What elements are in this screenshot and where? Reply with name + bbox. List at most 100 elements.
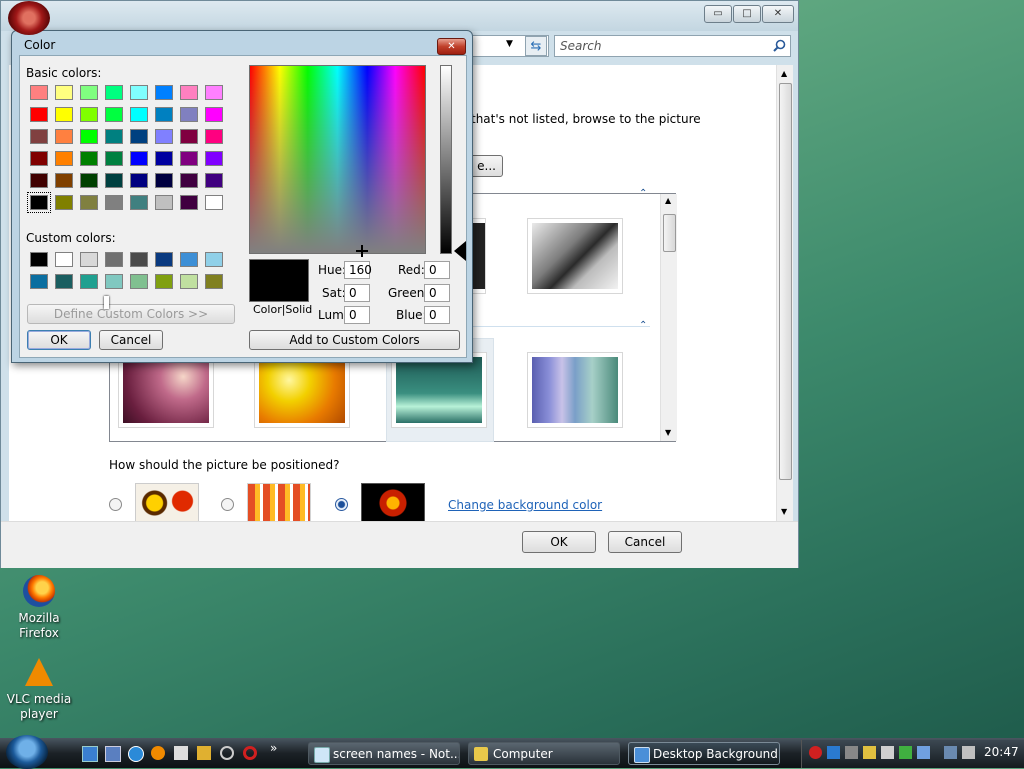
basic-color-swatch[interactable] — [155, 195, 173, 210]
custom-color-swatch[interactable] — [55, 274, 73, 289]
color-spectrum[interactable] — [249, 65, 426, 257]
basic-color-swatch[interactable] — [205, 151, 223, 166]
basic-color-swatch[interactable] — [30, 173, 48, 188]
basic-color-swatch[interactable] — [105, 195, 123, 210]
basic-color-swatch[interactable] — [30, 107, 48, 122]
close-button[interactable]: ✕ — [762, 5, 794, 23]
basic-color-swatch[interactable] — [55, 85, 73, 100]
start-orb-icon[interactable] — [8, 1, 50, 35]
collapse-arrow-icon[interactable]: ⌃ — [639, 188, 647, 199]
position-center-radio[interactable] — [335, 498, 348, 511]
scroll-up-icon-2[interactable]: ▲ — [781, 69, 787, 78]
refresh-icon[interactable]: ⇆ — [525, 36, 547, 56]
security-alert-icon[interactable] — [809, 746, 822, 759]
basic-color-swatch[interactable] — [80, 173, 98, 188]
custom-color-swatch[interactable] — [180, 274, 198, 289]
taskbar-item-computer[interactable]: Computer — [468, 742, 620, 765]
search-icon[interactable] — [773, 39, 786, 52]
tray-icon-2[interactable] — [845, 746, 858, 759]
custom-color-swatch[interactable] — [80, 252, 98, 267]
basic-color-swatch[interactable] — [130, 85, 148, 100]
luminance-slider-arrow[interactable] — [454, 241, 466, 261]
custom-color-swatch[interactable] — [80, 274, 98, 289]
basic-color-swatch[interactable] — [80, 195, 98, 210]
crosshair-icon[interactable] — [356, 245, 368, 257]
network-icon[interactable] — [944, 746, 957, 759]
chevron-down-icon[interactable]: ▼ — [506, 39, 513, 49]
wallpaper-thumb-bw-tree[interactable] — [527, 218, 623, 294]
custom-color-swatch[interactable] — [130, 252, 148, 267]
position-fill-thumb[interactable] — [135, 483, 199, 523]
basic-color-swatch[interactable] — [130, 195, 148, 210]
basic-color-swatch[interactable] — [105, 107, 123, 122]
calculator-icon[interactable] — [174, 746, 188, 760]
basic-color-swatch[interactable] — [105, 151, 123, 166]
taskbar-item-notepad[interactable]: screen names - Not... — [308, 742, 460, 765]
dialog-ok-button[interactable]: OK — [27, 330, 91, 350]
custom-color-swatch[interactable] — [105, 252, 123, 267]
maximize-button[interactable]: □ — [733, 5, 761, 23]
desktop-icon-firefox[interactable]: Mozilla Firefox — [4, 575, 74, 641]
dialog-close-button[interactable]: ✕ — [437, 38, 466, 55]
basic-color-swatch[interactable] — [205, 173, 223, 188]
basic-color-swatch[interactable] — [180, 85, 198, 100]
basic-color-swatch[interactable] — [180, 151, 198, 166]
volume-icon[interactable] — [962, 746, 975, 759]
tray-icon-1[interactable] — [827, 746, 840, 759]
custom-color-swatch[interactable] — [205, 252, 223, 267]
basic-color-swatch[interactable] — [155, 85, 173, 100]
basic-color-swatch[interactable] — [205, 107, 223, 122]
taskbar-item-desktop-background[interactable]: Desktop Background — [628, 742, 780, 765]
position-tile-radio[interactable] — [221, 498, 234, 511]
basic-color-swatch[interactable] — [130, 151, 148, 166]
basic-color-swatch[interactable] — [155, 151, 173, 166]
tray-icon-5[interactable] — [899, 746, 912, 759]
position-center-thumb[interactable] — [361, 483, 425, 523]
list-scrollbar[interactable]: ▲ ▼ — [660, 194, 677, 441]
sat-field[interactable]: 0 — [344, 284, 370, 302]
basic-color-swatch[interactable] — [130, 173, 148, 188]
custom-color-swatch[interactable] — [180, 252, 198, 267]
basic-color-swatch[interactable] — [180, 173, 198, 188]
wallpaper-thumb-purple[interactable] — [118, 352, 214, 428]
show-desktop-icon[interactable] — [82, 746, 98, 762]
luminance-bar[interactable] — [440, 65, 452, 254]
ok-button[interactable]: OK — [522, 531, 596, 553]
wallpaper-thumb-yellow[interactable] — [254, 352, 350, 428]
custom-color-swatch[interactable] — [205, 274, 223, 289]
basic-color-swatch[interactable] — [55, 107, 73, 122]
basic-color-swatch[interactable] — [180, 129, 198, 144]
basic-color-swatch[interactable] — [155, 173, 173, 188]
switch-windows-icon[interactable] — [105, 746, 121, 762]
basic-color-swatch[interactable] — [205, 129, 223, 144]
basic-color-swatch[interactable] — [130, 107, 148, 122]
scroll-up-icon[interactable]: ▲ — [665, 196, 671, 205]
blue-field[interactable]: 0 — [424, 306, 450, 324]
basic-color-swatch[interactable] — [55, 151, 73, 166]
tray-icon-6[interactable] — [917, 746, 930, 759]
dialog-cancel-button[interactable]: Cancel — [99, 330, 163, 350]
search-input[interactable]: Search — [554, 35, 791, 57]
custom-color-swatch[interactable] — [155, 252, 173, 267]
basic-color-swatch[interactable] — [105, 129, 123, 144]
basic-color-swatch[interactable] — [80, 151, 98, 166]
basic-color-swatch[interactable] — [80, 107, 98, 122]
red-field[interactable]: 0 — [424, 261, 450, 279]
lum-field[interactable]: 0 — [344, 306, 370, 324]
custom-color-swatch[interactable] — [30, 274, 48, 289]
position-tile-thumb[interactable] — [247, 483, 311, 523]
custom-color-swatch[interactable] — [30, 252, 48, 267]
basic-color-swatch[interactable] — [180, 195, 198, 210]
internet-explorer-icon[interactable] — [128, 746, 144, 762]
basic-color-swatch[interactable] — [55, 173, 73, 188]
change-background-color-link[interactable]: Change background color — [448, 498, 602, 512]
basic-color-swatch[interactable] — [180, 107, 198, 122]
basic-color-swatch[interactable] — [105, 85, 123, 100]
hue-field[interactable]: 160 — [344, 261, 372, 279]
basic-color-swatch[interactable] — [30, 129, 48, 144]
collapse-arrow-icon-2[interactable]: ⌃ — [639, 320, 647, 331]
content-scrollbar[interactable]: ▲ ▼ — [776, 65, 793, 521]
wallpaper-thumb-teal[interactable] — [391, 352, 487, 428]
basic-color-swatch[interactable] — [205, 85, 223, 100]
scroll-down-icon-2[interactable]: ▼ — [781, 507, 787, 516]
